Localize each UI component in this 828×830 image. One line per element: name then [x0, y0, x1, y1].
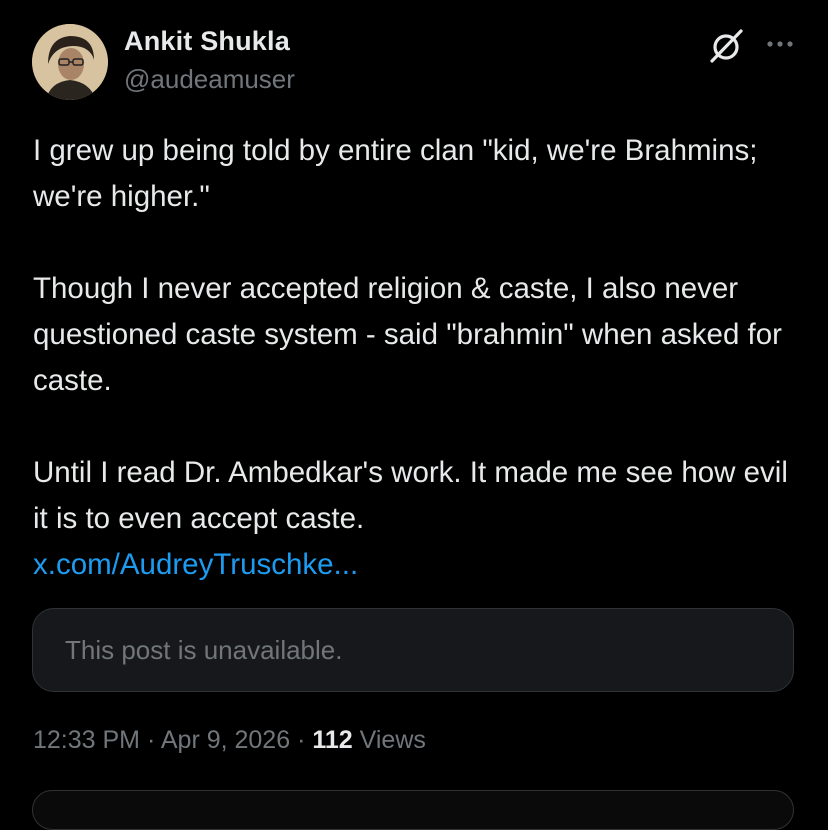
- post-paragraph-1: I grew up being told by entire clan "kid…: [33, 134, 758, 213]
- post-paragraph-2: Though I never accepted religion & caste…: [33, 272, 782, 397]
- post-paragraph-3: Until I read Dr. Ambedkar's work. It mad…: [33, 450, 803, 588]
- meta-separator: ·: [140, 726, 161, 754]
- post-time[interactable]: 12:33 PM: [33, 726, 140, 754]
- views-label: Views: [352, 726, 426, 754]
- post-paragraph-3-text: Until I read Dr. Ambedkar's work. It mad…: [33, 456, 788, 535]
- post-date[interactable]: Apr 9, 2026: [161, 726, 290, 754]
- next-card-edge: [32, 790, 794, 830]
- more-options-icon[interactable]: [764, 28, 796, 60]
- quoted-post-card[interactable]: This post is unavailable.: [32, 608, 794, 692]
- author-handle[interactable]: @audeamuser: [124, 64, 295, 95]
- author-name[interactable]: Ankit Shukla: [124, 26, 290, 57]
- author-avatar[interactable]: [32, 24, 108, 100]
- post-metadata: 12:33 PM · Apr 9, 2026 · 112 Views: [33, 726, 426, 755]
- post-body: I grew up being told by entire clan "kid…: [33, 128, 803, 588]
- grok-icon[interactable]: [706, 26, 746, 66]
- post-link[interactable]: x.com/AudreyTruschke...: [33, 542, 803, 588]
- avatar-photo: [32, 24, 108, 100]
- views-count: 112: [312, 726, 353, 754]
- unavailable-notice: This post is unavailable.: [65, 634, 343, 665]
- meta-separator-2: ·: [290, 726, 313, 754]
